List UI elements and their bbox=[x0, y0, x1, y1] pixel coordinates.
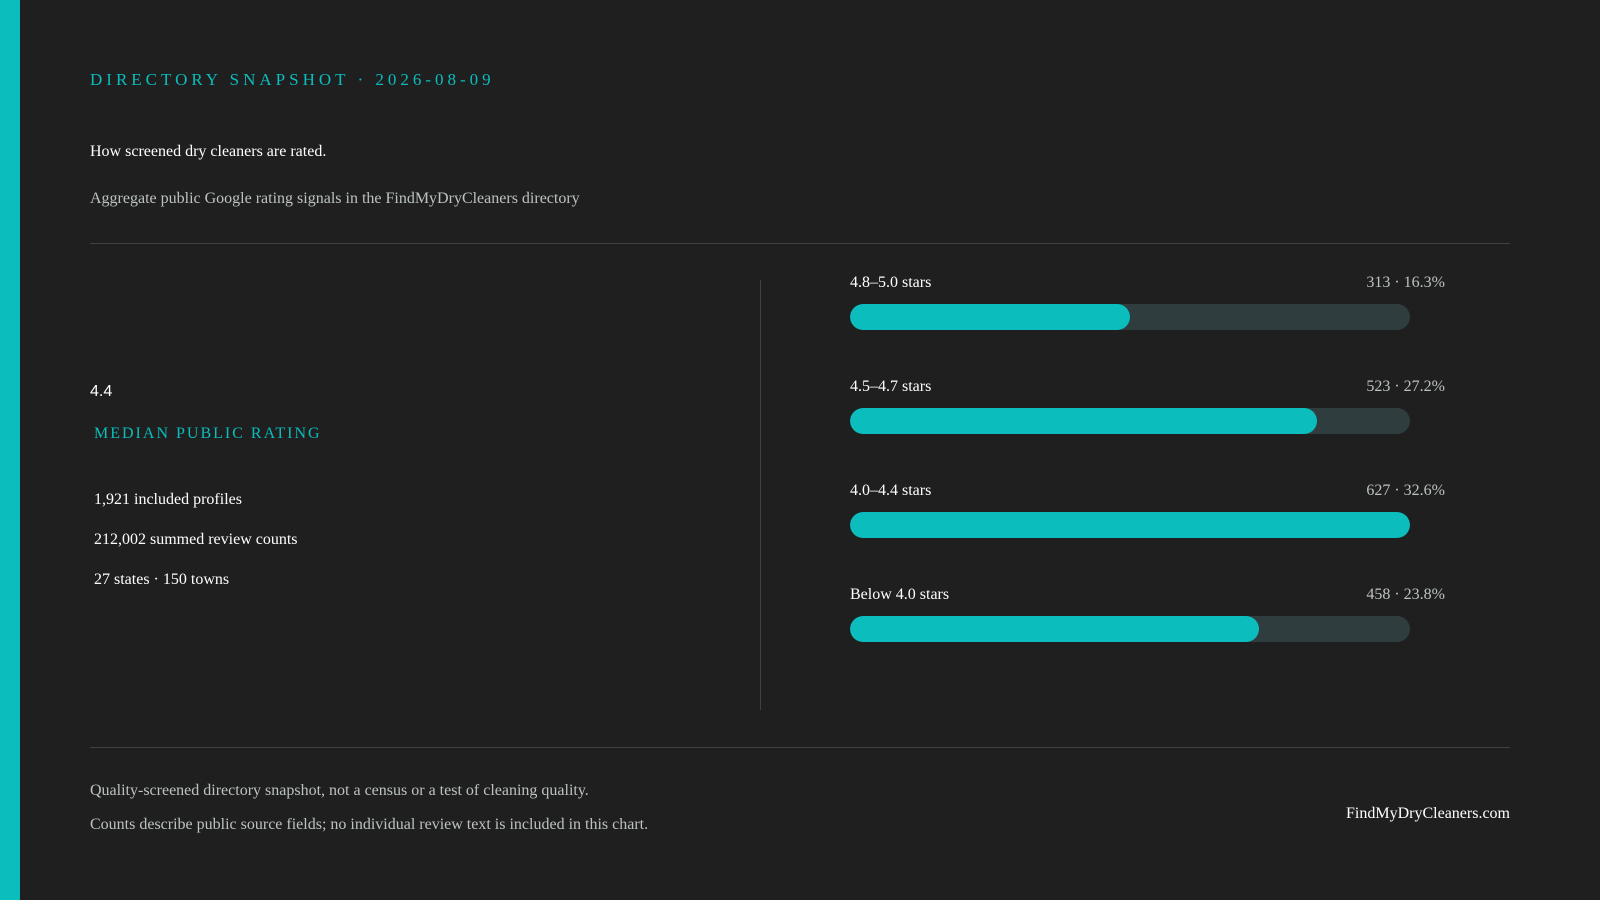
bar-track bbox=[850, 512, 1410, 538]
bar-fill bbox=[850, 616, 1259, 642]
bottom-divider bbox=[90, 747, 1510, 748]
bar-value-label: 523 · 27.2% bbox=[1366, 378, 1445, 395]
top-divider bbox=[90, 243, 1510, 244]
accent-bar bbox=[0, 0, 20, 900]
footnote-source: Counts describe public source fields; no… bbox=[90, 816, 649, 833]
median-rating-value: 4.4 bbox=[90, 383, 113, 400]
bar-category-label: 4.0–4.4 stars bbox=[850, 482, 932, 499]
bar-row: Below 4.0 stars 458 · 23.8% bbox=[850, 586, 1445, 646]
rating-distribution-chart: 4.8–5.0 stars 313 · 16.3% 4.5–4.7 stars 523… bbox=[850, 274, 1445, 654]
bar-fill bbox=[850, 304, 1130, 330]
brand-wordmark: FindMyDryCleaners.com bbox=[1346, 805, 1510, 822]
stat-profiles: 1,921 included profiles bbox=[94, 491, 242, 508]
median-rating-label: MEDIAN PUBLIC RATING bbox=[94, 425, 322, 442]
page-headline: How screened dry cleaners are rated. bbox=[90, 143, 327, 160]
bar-value-label: 313 · 16.3% bbox=[1366, 274, 1445, 291]
bar-category-label: 4.8–5.0 stars bbox=[850, 274, 932, 291]
page-subhead: Aggregate public Google rating signals i… bbox=[90, 190, 580, 207]
bar-value-label: 627 · 32.6% bbox=[1366, 482, 1445, 499]
bar-track bbox=[850, 616, 1410, 642]
bar-track bbox=[850, 304, 1410, 330]
stat-review-counts: 212,002 summed review counts bbox=[94, 531, 298, 548]
bar-fill bbox=[850, 512, 1410, 538]
bar-row: 4.0–4.4 stars 627 · 32.6% bbox=[850, 482, 1445, 542]
stat-coverage: 27 states · 150 towns bbox=[94, 571, 230, 588]
bar-fill bbox=[850, 408, 1317, 434]
bar-row: 4.5–4.7 stars 523 · 27.2% bbox=[850, 378, 1445, 438]
bar-category-label: Below 4.0 stars bbox=[850, 586, 950, 603]
snapshot-eyebrow: DIRECTORY SNAPSHOT · 2026-08-09 bbox=[90, 70, 495, 89]
bar-value-label: 458 · 23.8% bbox=[1366, 586, 1445, 603]
bar-category-label: 4.5–4.7 stars bbox=[850, 378, 932, 395]
bar-row: 4.8–5.0 stars 313 · 16.3% bbox=[850, 274, 1445, 334]
bar-track bbox=[850, 408, 1410, 434]
summary-stats: 1,921 included profiles 212,002 summed r… bbox=[94, 489, 298, 609]
footnote-scope: Quality-screened directory snapshot, not… bbox=[90, 782, 589, 799]
vertical-divider bbox=[760, 280, 761, 710]
